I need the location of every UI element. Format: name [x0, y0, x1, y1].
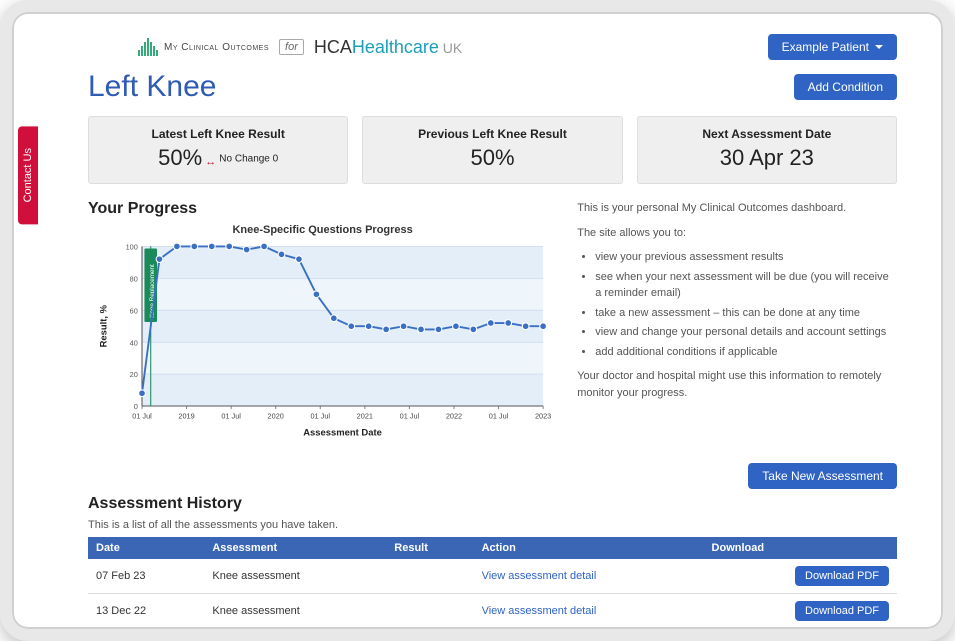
table-header: Date: [88, 537, 204, 559]
info-bullet: take a new assessment – this can be done…: [595, 305, 897, 322]
page-title: Left Knee: [88, 70, 216, 104]
chart-title: Knee-Specific Questions Progress: [88, 224, 557, 236]
svg-text:01 Jul: 01 Jul: [132, 412, 152, 421]
for-label: for: [279, 39, 304, 55]
history-heading: Assessment History: [88, 495, 897, 513]
svg-text:100: 100: [126, 243, 138, 252]
table-row: 13 Dec 22Knee assessment View assessment …: [88, 594, 897, 624]
stat-card: Previous Left Knee Result 50%: [362, 116, 622, 184]
svg-text:2019: 2019: [178, 412, 194, 421]
table-header: Assessment: [204, 537, 386, 559]
mco-logo: My Clinical Outcomes: [138, 38, 269, 56]
info-bullet: add additional conditions if applicable: [595, 344, 897, 361]
history-sub: This is a list of all the assessments yo…: [88, 519, 897, 531]
svg-text:01 Jul: 01 Jul: [400, 412, 420, 421]
download-pdf-button[interactable]: Download PDF: [795, 601, 889, 621]
change-arrow-icon: ↔: [202, 156, 219, 168]
svg-text:Result, %: Result, %: [98, 304, 109, 347]
table-header: Download: [704, 537, 897, 559]
progress-heading: Your Progress: [88, 200, 557, 218]
screen: Contact Us My Clinical Outcomes for HCA: [18, 18, 937, 623]
svg-text:Assessment Date: Assessment Date: [303, 427, 382, 438]
progress-chart: Knee-Specific Questions Progress 0 20 40 60…: [88, 224, 557, 453]
download-pdf-button[interactable]: Download PDF: [795, 566, 889, 586]
cell-result: [386, 594, 473, 624]
svg-text:01 Jul: 01 Jul: [221, 412, 241, 421]
partner-logo: HCAHealthcare UK: [314, 37, 462, 58]
svg-text:40: 40: [130, 338, 138, 347]
stat-value: 50%: [373, 145, 611, 171]
svg-text:01 Jul: 01 Jul: [310, 412, 330, 421]
svg-text:0: 0: [134, 402, 138, 411]
stat-card: Next Assessment Date 30 Apr 23: [637, 116, 897, 184]
stat-label: Next Assessment Date: [648, 127, 886, 141]
stat-label: Previous Left Knee Result: [373, 127, 611, 141]
view-detail-link[interactable]: View assessment detail: [482, 570, 597, 582]
logo-bars-icon: [138, 38, 158, 56]
info-bullet: view your previous assessment results: [595, 249, 897, 266]
table-row: 07 Feb 23Knee assessment View assessment …: [88, 559, 897, 594]
info-bullet: view and change your personal details an…: [595, 324, 897, 341]
svg-text:80: 80: [130, 274, 138, 283]
mco-logo-text: My Clinical Outcomes: [164, 42, 269, 53]
info-footer: Your doctor and hospital might use this …: [577, 368, 897, 401]
info-bullet: see when your next assessment will be du…: [595, 269, 897, 302]
tablet-frame: Contact Us My Clinical Outcomes for HCA: [0, 0, 955, 641]
line-chart-svg: 0 20 40 60 80 100 01 Jul 2019 01 Jul 2020 01 Jul 20…: [88, 238, 557, 448]
info-panel: This is your personal My Clinical Outcom…: [577, 200, 897, 453]
view-detail-link[interactable]: View assessment detail: [482, 605, 597, 617]
cell-date: 13 Dec 22: [88, 594, 204, 624]
change-text: No Change 0: [219, 154, 278, 165]
table-header: Result: [386, 537, 473, 559]
cell-result: [386, 559, 473, 594]
svg-text:2021: 2021: [357, 412, 373, 421]
svg-text:01 Jul: 01 Jul: [489, 412, 509, 421]
stat-label: Latest Left Knee Result: [99, 127, 337, 141]
cell-date: 07 Feb 23: [88, 559, 204, 594]
info-allows: The site allows you to:: [577, 225, 897, 242]
stat-value: 30 Apr 23: [648, 145, 886, 171]
svg-text:2022: 2022: [446, 412, 462, 421]
svg-text:20: 20: [130, 370, 138, 379]
cell-assessment: Knee assessment: [204, 594, 386, 624]
history-table: DateAssessmentResultActionDownload 07 Fe…: [88, 537, 897, 623]
stat-card: Latest Left Knee Result 50% ↔ No Change 0: [88, 116, 348, 184]
svg-text:2020: 2020: [268, 412, 284, 421]
cell-assessment: Knee assessment: [204, 559, 386, 594]
patient-dropdown[interactable]: Example Patient: [768, 34, 897, 60]
info-intro: This is your personal My Clinical Outcom…: [577, 200, 897, 217]
logo-bar: My Clinical Outcomes for HCAHealthcare U…: [138, 37, 462, 58]
table-header: Action: [474, 537, 704, 559]
stat-value: 50% ↔ No Change 0: [99, 145, 337, 171]
svg-text:60: 60: [130, 306, 138, 315]
add-condition-button[interactable]: Add Condition: [794, 74, 897, 100]
svg-text:2023: 2023: [535, 412, 551, 421]
take-assessment-button[interactable]: Take New Assessment: [748, 463, 897, 489]
